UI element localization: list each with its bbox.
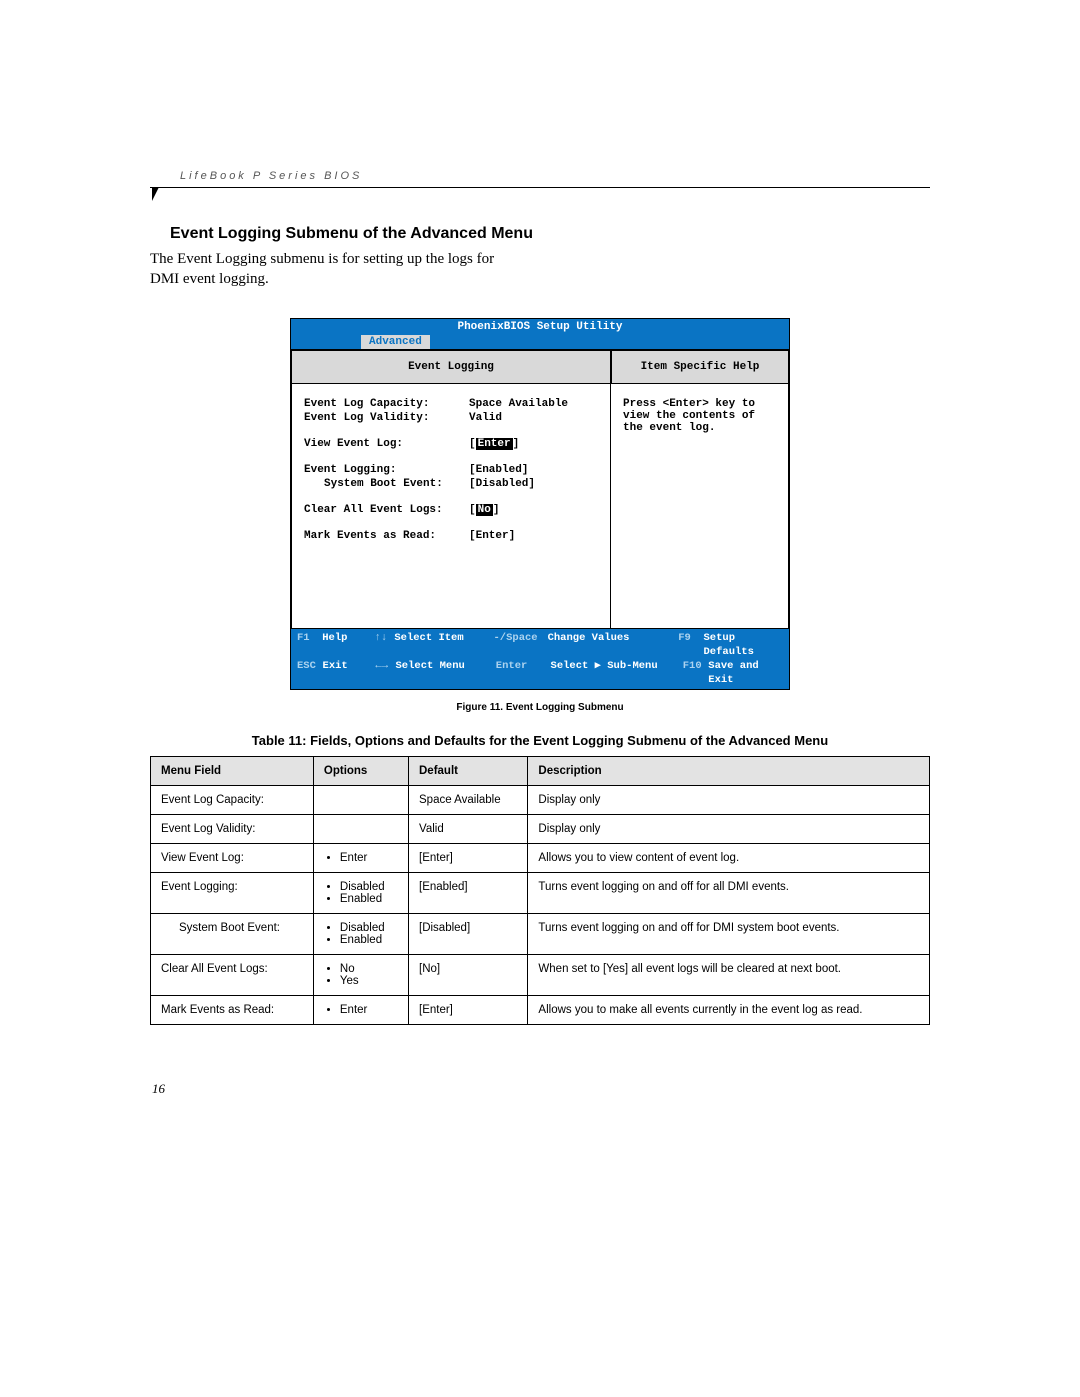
field-value: [Enabled] (469, 464, 528, 476)
bios-tab-advanced: Advanced (361, 335, 430, 349)
table-caption: Table 11: Fields, Options and Defaults f… (150, 733, 930, 748)
page-number: 16 (152, 1081, 165, 1097)
cell-desc: When set to [Yes] all event logs will be… (528, 955, 930, 996)
field-value: [Enter] (469, 438, 519, 450)
cell-default: [Disabled] (409, 914, 528, 955)
key-hint: Enter (496, 659, 551, 687)
field-value: [Enter] (469, 530, 515, 542)
table-row: Event Log Capacity: Space Available Disp… (151, 786, 930, 815)
key-label: Exit (323, 659, 376, 687)
arrow-icon: ↑↓ (375, 631, 395, 659)
section-intro: The Event Logging submenu is for setting… (150, 249, 570, 290)
field-value: Space Available (469, 398, 568, 410)
cell-default: [Enter] (409, 996, 528, 1025)
cell-options: DisabledEnabled (313, 914, 408, 955)
cell-desc: Display only (528, 815, 930, 844)
table-row: Mark Events as Read: Enter [Enter] Allow… (151, 996, 930, 1025)
field-value: Valid (469, 412, 502, 424)
fields-table: Menu Field Options Default Description E… (150, 756, 930, 1025)
bios-title: PhoenixBIOS Setup Utility (291, 319, 789, 335)
field-label: System Boot Event: (304, 478, 469, 490)
help-line: Press <Enter> key to (623, 398, 776, 410)
key-label: Select Item (394, 631, 493, 659)
key-label: Setup Defaults (703, 631, 783, 659)
cell-options: DisabledEnabled (313, 873, 408, 914)
cell-desc: Turns event logging on and off for all D… (528, 873, 930, 914)
field-label: Mark Events as Read: (304, 530, 469, 542)
col-header: Default (409, 757, 528, 786)
bios-footer: F1 Help ↑↓ Select Item -/Space Change Va… (291, 629, 789, 690)
header-rule (150, 187, 930, 188)
field-label: Event Logging: (304, 464, 469, 476)
table-row: Clear All Event Logs: NoYes [No] When se… (151, 955, 930, 996)
bios-help-title: Item Specific Help (611, 350, 789, 384)
table-row: Event Logging: DisabledEnabled [Enabled]… (151, 873, 930, 914)
bios-panel-title: Event Logging (291, 350, 611, 384)
cell-default: Space Available (409, 786, 528, 815)
intro-line: The Event Logging submenu is for setting… (150, 251, 494, 267)
key-hint: F1 (297, 631, 322, 659)
corner-mark-icon (152, 187, 159, 201)
key-label: Help (322, 631, 374, 659)
bios-tab-bar: Advanced (291, 335, 789, 349)
bios-fields: Event Log Capacity: Space Available Even… (291, 384, 611, 629)
cell-desc: Turns event logging on and off for DMI s… (528, 914, 930, 955)
cell-desc: Allows you to view content of event log. (528, 844, 930, 873)
col-header: Options (313, 757, 408, 786)
cell-default: Valid (409, 815, 528, 844)
table-row: System Boot Event: DisabledEnabled [Disa… (151, 914, 930, 955)
cell-field: Mark Events as Read: (151, 996, 314, 1025)
key-label: Select ▶ Sub-Menu (551, 659, 683, 687)
key-label: Save and Exit (708, 659, 783, 687)
bios-screenshot: PhoenixBIOS Setup Utility Advanced Event… (290, 318, 790, 691)
table-row: Event Log Validity: Valid Display only (151, 815, 930, 844)
help-line: the event log. (623, 422, 776, 434)
col-header: Menu Field (151, 757, 314, 786)
field-value: [Disabled] (469, 478, 535, 490)
cell-default: [No] (409, 955, 528, 996)
cell-field: Clear All Event Logs: (151, 955, 314, 996)
field-label: View Event Log: (304, 438, 469, 450)
cell-options: NoYes (313, 955, 408, 996)
arrow-icon: ←→ (375, 659, 395, 687)
cell-desc: Allows you to make all events currently … (528, 996, 930, 1025)
section-title: Event Logging Submenu of the Advanced Me… (170, 225, 930, 243)
field-value: [No] (469, 504, 499, 516)
field-label: Event Log Capacity: (304, 398, 469, 410)
key-hint: F10 (683, 659, 709, 687)
key-hint: F9 (678, 631, 703, 659)
figure-caption: Figure 11. Event Logging Submenu (150, 702, 930, 713)
cell-default: [Enabled] (409, 873, 528, 914)
field-label: Event Log Validity: (304, 412, 469, 424)
running-head: LifeBook P Series BIOS (180, 170, 362, 182)
table-row: View Event Log: Enter [Enter] Allows you… (151, 844, 930, 873)
key-hint: ESC (297, 659, 323, 687)
cell-desc: Display only (528, 786, 930, 815)
key-hint: -/Space (493, 631, 547, 659)
cell-options (313, 815, 408, 844)
field-label: Clear All Event Logs: (304, 504, 469, 516)
help-line: view the contents of (623, 410, 776, 422)
col-header: Description (528, 757, 930, 786)
cell-field: Event Log Capacity: (151, 786, 314, 815)
bios-help-text: Press <Enter> key to view the contents o… (611, 384, 789, 629)
cell-field: View Event Log: (151, 844, 314, 873)
cell-default: [Enter] (409, 844, 528, 873)
intro-line: DMI event logging. (150, 271, 269, 287)
cell-field: System Boot Event: (151, 914, 314, 955)
cell-field: Event Logging: (151, 873, 314, 914)
key-label: Change Values (548, 631, 679, 659)
cell-options: Enter (313, 844, 408, 873)
cell-options: Enter (313, 996, 408, 1025)
cell-field: Event Log Validity: (151, 815, 314, 844)
key-label: Select Menu (395, 659, 495, 687)
cell-options (313, 786, 408, 815)
